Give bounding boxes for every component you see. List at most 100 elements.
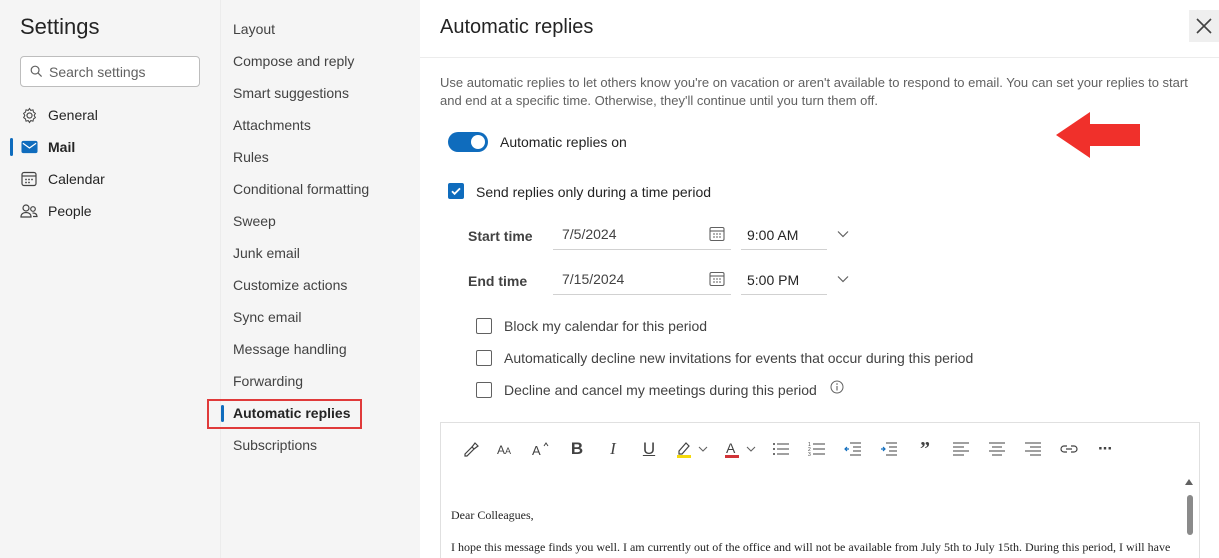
italic-button[interactable]: I: [601, 437, 625, 461]
mail-settings-list: Layout Compose and reply Smart suggestio…: [207, 0, 420, 558]
page-title: Automatic replies: [440, 16, 594, 38]
send-period-checkbox[interactable]: [448, 183, 464, 199]
nav-item-label: General: [48, 107, 98, 123]
quote-button[interactable]: ”: [913, 437, 937, 461]
nav-item-people[interactable]: People: [20, 197, 210, 225]
more-options-button[interactable]: ···: [1093, 437, 1117, 461]
nav-item-label: People: [48, 203, 92, 219]
subnav-item-smart-suggestions[interactable]: Smart suggestions: [233, 81, 349, 105]
subnav-item-compose-and-reply[interactable]: Compose and reply: [233, 49, 354, 73]
subnav-item-rules[interactable]: Rules: [233, 145, 269, 169]
align-center-icon: [989, 442, 1005, 456]
gear-icon: [20, 106, 38, 124]
decline-invitations-label: Automatically decline new invitations fo…: [504, 350, 974, 366]
subnav-item-customize-actions[interactable]: Customize actions: [233, 273, 347, 297]
block-calendar-checkbox[interactable]: [476, 318, 492, 334]
search-icon: [30, 65, 43, 78]
nav-item-calendar[interactable]: Calendar: [20, 165, 210, 193]
active-indicator: [10, 138, 13, 156]
decrease-indent-icon: [844, 442, 861, 456]
nav-item-general[interactable]: General: [20, 101, 210, 129]
send-period-label: Send replies only during a time period: [476, 184, 712, 200]
svg-text:A: A: [497, 443, 505, 457]
decline-invitations-checkbox[interactable]: [476, 350, 492, 366]
subnav-item-subscriptions[interactable]: Subscriptions: [233, 433, 317, 457]
description-text: Use automatic replies to let others know…: [440, 75, 1188, 108]
bold-icon: B: [570, 439, 584, 458]
end-time-dropdown[interactable]: 5:00 PM: [741, 265, 849, 295]
underline-button[interactable]: U: [637, 437, 661, 461]
link-button[interactable]: [1057, 437, 1081, 461]
end-time-label: End time: [468, 273, 528, 289]
start-time-dropdown[interactable]: 9:00 AM: [741, 220, 849, 250]
scrollbar-thumb[interactable]: [1187, 495, 1193, 535]
grow-font-icon: A: [532, 442, 549, 457]
toggle-knob: [471, 135, 485, 149]
bold-button[interactable]: B: [565, 437, 589, 461]
scroll-up-arrow[interactable]: [1185, 479, 1193, 485]
underline-icon: U: [642, 439, 656, 458]
svg-text:A: A: [726, 440, 736, 456]
align-right-icon: [1025, 442, 1041, 456]
people-icon: [20, 202, 38, 220]
svg-text:A: A: [505, 446, 511, 456]
format-painter-icon: [464, 442, 479, 457]
start-date-picker[interactable]: 7/5/2024: [553, 220, 731, 250]
close-icon: [1196, 18, 1212, 34]
block-calendar-label: Block my calendar for this period: [504, 318, 708, 334]
search-box[interactable]: [20, 56, 200, 87]
numbering-icon: 123: [808, 442, 825, 457]
subnav-item-sync-email[interactable]: Sync email: [233, 305, 301, 329]
align-right-button[interactable]: [1021, 437, 1045, 461]
search-input[interactable]: [49, 57, 197, 86]
cancel-meetings-label: Decline and cancel my meetings during th…: [504, 382, 817, 398]
bullets-button[interactable]: [769, 437, 793, 461]
subnav-item-layout[interactable]: Layout: [233, 17, 275, 41]
align-left-icon: [953, 442, 969, 456]
font-size-icon: AA: [497, 443, 511, 457]
nav-item-mail[interactable]: Mail: [20, 133, 210, 161]
toggle-label: Automatic replies on: [500, 134, 627, 150]
close-button[interactable]: [1189, 10, 1219, 42]
numbering-button[interactable]: 123: [805, 437, 829, 461]
more-icon: ···: [1098, 439, 1113, 458]
end-date-picker[interactable]: 7/15/2024: [553, 265, 731, 295]
font-color-icon: A: [725, 440, 756, 458]
info-icon[interactable]: [830, 380, 844, 394]
red-arrow-icon: [1056, 112, 1140, 158]
quote-icon: ”: [920, 437, 930, 460]
calendar-icon: [709, 226, 725, 242]
decrease-indent-button[interactable]: [841, 437, 865, 461]
subnav-item-sweep[interactable]: Sweep: [233, 209, 276, 233]
start-time-value: 9:00 AM: [747, 227, 799, 243]
divider: [420, 57, 1219, 58]
subnav-item-attachments[interactable]: Attachments: [233, 113, 311, 137]
bullets-icon: [773, 443, 789, 455]
link-icon: [1060, 445, 1078, 453]
highlight-button[interactable]: [673, 437, 713, 461]
align-left-button[interactable]: [949, 437, 973, 461]
start-time-label: Start time: [468, 228, 533, 244]
checkmark-icon: [451, 187, 461, 196]
automatic-replies-toggle[interactable]: [448, 132, 488, 152]
subnav-item-message-handling[interactable]: Message handling: [233, 337, 347, 361]
cancel-meetings-checkbox[interactable]: [476, 382, 492, 398]
message-editor[interactable]: AA A B I U A 123 ” ··· Dear Colleagues, …: [440, 422, 1200, 558]
end-time-value: 5:00 PM: [747, 272, 800, 288]
align-center-button[interactable]: [985, 437, 1009, 461]
font-color-button[interactable]: A: [721, 437, 761, 461]
calendar-icon: [20, 170, 38, 188]
font-size-button[interactable]: AA: [494, 437, 518, 461]
svg-text:A: A: [532, 443, 541, 457]
subnav-item-forwarding[interactable]: Forwarding: [233, 369, 303, 393]
subnav-item-automatic-replies[interactable]: Automatic replies: [233, 401, 350, 425]
italic-icon: I: [610, 439, 616, 458]
grow-font-button[interactable]: A: [529, 437, 553, 461]
chevron-down-icon: [837, 231, 849, 238]
format-painter-button[interactable]: [459, 437, 483, 461]
subnav-item-junk-email[interactable]: Junk email: [233, 241, 300, 265]
increase-indent-button[interactable]: [877, 437, 901, 461]
settings-nav: Settings General Mail Calendar People: [0, 0, 220, 558]
subnav-item-conditional-formatting[interactable]: Conditional formatting: [233, 177, 369, 201]
message-body-line: I hope this message finds you well. I am…: [451, 540, 1171, 554]
